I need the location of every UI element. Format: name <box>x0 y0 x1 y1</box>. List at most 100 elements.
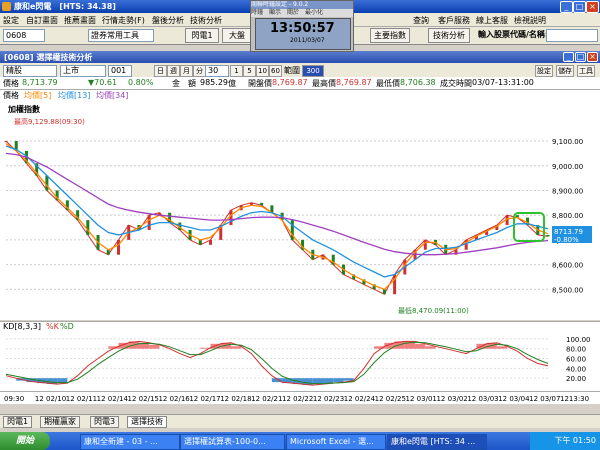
menu-after-hours[interactable]: 盤後分析 <box>152 15 184 26</box>
symbol-search-input[interactable] <box>546 29 598 42</box>
x-tick-label: 12 03/03 <box>467 395 498 403</box>
tab-options-winner[interactable]: 期權贏家 <box>40 416 80 428</box>
category-select[interactable]: 精股 <box>3 65 57 77</box>
app-logo-icon <box>2 2 11 11</box>
minute-select[interactable]: 30 <box>205 65 229 77</box>
menu-custom-screen[interactable]: 自訂畫面 <box>26 15 58 26</box>
y-tick-label: 8,900.00 <box>552 187 583 195</box>
x-tick-label: 12 03/02 <box>436 395 467 403</box>
chart-window-title: [0608] 選擇權技術分析 <box>4 53 93 62</box>
y-tick-label: 8,600.00 <box>552 262 583 270</box>
clock-menu[interactable]: 時鐘 顯示 關於 最小化 <box>251 9 353 17</box>
candle <box>86 220 90 235</box>
candle <box>4 141 8 143</box>
menu-help[interactable]: 檢視説明 <box>514 15 546 26</box>
period-day-button[interactable]: 日 <box>154 65 167 77</box>
x-tick-label: 12 02/25 <box>375 395 406 403</box>
inner-minimize-button[interactable]: _ <box>563 52 574 62</box>
candle <box>116 239 120 255</box>
period-week-button[interactable]: 週 <box>167 65 180 77</box>
system-tray-clock[interactable]: 下午 01:50 <box>530 432 600 450</box>
candle <box>209 239 213 245</box>
task-kanghe-flash[interactable]: 康和e閃電 [HTS: 34 ... <box>387 434 487 450</box>
candle <box>147 215 151 230</box>
kd-overbought-fill <box>230 346 242 349</box>
quote-info-bar: 價格 8,713.79 ▼70.61 0.80% 金 額 985.29 億 開盤… <box>0 77 600 90</box>
price-chart[interactable]: 9,100.009,000.008,900.008,800.008,700.00… <box>0 100 600 320</box>
inner-maximize-button[interactable]: □ <box>575 52 586 62</box>
change-pct: 0.80% <box>128 78 154 87</box>
menu-online-support[interactable]: 線上客服 <box>476 15 508 26</box>
market-button[interactable]: 大盤 <box>222 28 252 43</box>
major-index-button[interactable]: 主要指數 <box>370 28 410 43</box>
price-label: 價格 <box>3 79 19 88</box>
settings-button[interactable]: 設定 <box>535 65 553 77</box>
x-tick-label: 12 02/16 <box>158 395 190 403</box>
last-price-label: 8713.79 <box>554 228 583 236</box>
kd-overbought-fill <box>149 344 160 349</box>
step-10-button[interactable]: 10 <box>256 65 269 77</box>
tab-flash1[interactable]: 閃電1 <box>3 416 33 428</box>
tool-select[interactable]: 證券常用工具 <box>88 29 154 42</box>
x-tick-label: 12 02/22 <box>282 395 313 403</box>
close-button[interactable]: × <box>586 1 599 13</box>
low-value: 8,706.38 <box>400 78 436 87</box>
range-label: 範圍 <box>284 66 300 75</box>
tab-flash3[interactable]: 閃電3 <box>90 416 120 428</box>
menu-customer-service[interactable]: 客戶服務 <box>438 15 470 26</box>
change-value: ▼70.61 <box>88 78 118 87</box>
menu-quotes[interactable]: 行情走勢(F) <box>102 15 145 26</box>
kd-tick-label: 100.00 <box>566 336 591 344</box>
clock-popup[interactable]: 關聯時鐘設定 - 9.0.2 時鐘 顯示 關於 最小化 13:50:57 201… <box>250 0 354 52</box>
x-tick-label: 09:30 <box>4 395 24 403</box>
candle <box>45 175 49 191</box>
save-button[interactable]: 儲存 <box>556 65 574 77</box>
tech-analysis-button[interactable]: 技術分析 <box>428 28 470 43</box>
task-kanghe-new[interactable]: 康和全新建 - 03 - ... <box>80 434 180 450</box>
step-60-button[interactable]: 60 <box>269 65 282 77</box>
y-tick-label: 8,800.00 <box>552 212 583 220</box>
minimize-button[interactable]: _ <box>560 1 573 13</box>
menu-query[interactable]: 查詢 <box>413 15 429 26</box>
market-select[interactable]: 上市 <box>60 65 106 77</box>
high-label: 最高價 <box>312 79 336 88</box>
step-5-button[interactable]: 5 <box>243 65 256 77</box>
inner-close-button[interactable]: × <box>587 52 598 62</box>
number-select[interactable]: 001 <box>108 65 132 77</box>
x-tick-label: 12 02/11 <box>66 395 97 403</box>
x-tick-label: 12 02/18 <box>220 395 251 403</box>
x-axis: 09:30 12 02/10 12 02/11 12 02/14 12 02/15 12 … <box>0 391 600 404</box>
range-value[interactable]: 300 <box>302 65 324 77</box>
tools-button[interactable]: 工具 <box>577 65 595 77</box>
search-label: 輸入股票代碼/名稱: <box>478 30 549 39</box>
kd-name: KD[8,3,3] <box>3 322 42 331</box>
start-button[interactable]: 開始 <box>0 432 50 450</box>
period-month-button[interactable]: 月 <box>180 65 193 77</box>
x-tick-label: 12 02/21 <box>251 395 282 403</box>
chart-window-title-bar: [0608] 選擇權技術分析 _ □ × <box>0 51 600 63</box>
menu-recommended[interactable]: 推薦畫面 <box>64 15 96 26</box>
x-tick-label: 12 02/15 <box>128 395 159 403</box>
step-1-button[interactable]: 1 <box>230 65 243 77</box>
low-annotation: 最低8,470.09(11:00) <box>398 306 469 315</box>
candle <box>260 202 264 206</box>
windows-taskbar: 開始 康和全新建 - 03 - ... 選擇權試算表-100-0... Micr… <box>0 432 600 450</box>
maximize-button[interactable]: □ <box>573 1 586 13</box>
tab-option-tech[interactable]: 選擇技術 <box>127 416 167 428</box>
kd-chart[interactable]: 100.00 80.00 60.0040.00 20.00 <box>0 331 600 391</box>
flash1-button[interactable]: 閃電1 <box>185 28 219 43</box>
kd-oversold-fill <box>323 378 334 384</box>
task-excel[interactable]: Microsoft Excel - 選... <box>286 434 386 450</box>
x-tick-label: 12 03/01 <box>406 395 437 403</box>
stock-code-input[interactable]: 0608 <box>3 29 45 42</box>
chart-control-bar: 精股 上市 001 日 週 月 分 30 1 5 10 60 範圍 300 設定… <box>0 63 600 78</box>
x-tick-label: 12 02/24 <box>344 395 376 403</box>
menu-technical[interactable]: 技術分析 <box>190 15 222 26</box>
task-option-calc[interactable]: 選擇權試算表-100-0... <box>180 434 285 450</box>
time-value: 03/07-13:31:00 <box>472 78 534 87</box>
clock-title: 關聯時鐘設定 - 9.0.2 <box>251 1 353 9</box>
kd-oversold-fill <box>343 378 354 381</box>
x-tick-label: 12 03/07 <box>529 395 560 403</box>
menu-settings[interactable]: 設定 <box>3 15 19 26</box>
candle <box>229 210 233 226</box>
